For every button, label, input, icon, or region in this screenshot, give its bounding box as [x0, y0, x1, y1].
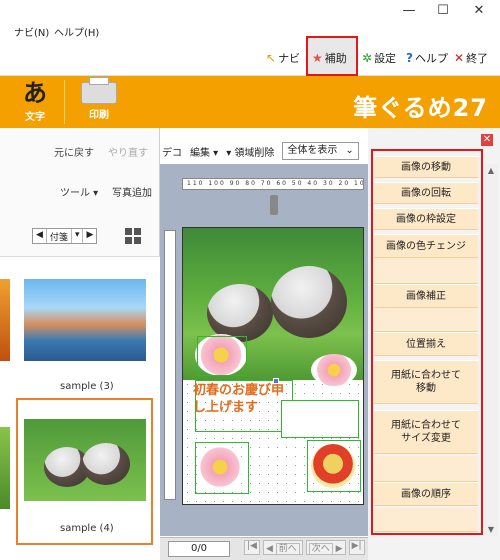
gear-icon: ✲ — [362, 51, 373, 65]
right-menu-highlight — [371, 149, 483, 535]
hojo-button[interactable]: ★ 補助 — [312, 50, 347, 66]
thumb-label-3: sample (3) — [60, 381, 114, 392]
close-x-icon: ✕ — [454, 51, 465, 65]
close-window-button[interactable]: ✕ — [468, 2, 490, 20]
menu-help[interactable]: ヘルプ(H) — [54, 24, 99, 39]
daruma-box — [307, 440, 361, 492]
left-panel: 元に戻す やり直す ツール ▾ 写真追加 ◀ 付箋 ▾ ▶ sample (3)… — [0, 128, 160, 560]
ruler-left — [164, 230, 176, 500]
cursor-arrow-icon: ↖ — [266, 51, 277, 65]
thumb-selection-frame — [16, 398, 153, 545]
thumb-partial-2[interactable] — [0, 427, 10, 509]
panel-close-icon[interactable]: ✕ — [481, 134, 493, 146]
hina-box — [195, 442, 249, 494]
print-label: 印刷 — [89, 110, 109, 121]
selection-handle[interactable] — [273, 378, 279, 384]
view-select-value: 全体を表示 — [287, 145, 338, 156]
ribbon-divider — [64, 80, 65, 124]
prev-label: 前へ — [275, 543, 300, 555]
print-tool-button[interactable]: 印刷 — [72, 77, 126, 126]
flower-decoration-2[interactable] — [311, 354, 357, 386]
deco-fragment[interactable]: デコ — [162, 144, 182, 159]
maximize-button[interactable]: ☐ — [432, 2, 454, 20]
help-label: ヘルプ — [414, 52, 448, 65]
postcard[interactable]: 初春のお慶び申し上げます — [182, 227, 364, 505]
navi-button[interactable]: ↖ ナビ — [266, 50, 300, 66]
duckling-right — [271, 266, 347, 338]
area-delete-button[interactable]: ▾ 領域削除 — [226, 144, 274, 159]
pager-dropdown-icon[interactable]: ▾ — [72, 229, 84, 243]
scroll-down-icon[interactable]: ▼ — [484, 525, 498, 534]
flower-box — [197, 336, 247, 376]
settings-button[interactable]: ✲ 設定 — [362, 50, 396, 66]
title-bar: — ☐ ✕ — [0, 0, 500, 22]
moji-tool-button[interactable]: あ 文字 — [8, 80, 62, 126]
hojo-label: 補助 — [324, 52, 347, 65]
thumb-venice[interactable] — [24, 279, 146, 361]
star-icon: ★ — [312, 51, 323, 65]
menu-navi[interactable]: ナビ(N) — [14, 24, 49, 39]
right-scrollbar[interactable]: ▲ ▼ — [484, 164, 498, 536]
tool-dropdown[interactable]: ツール ▾ — [60, 184, 98, 199]
moji-label: 文字 — [25, 112, 45, 123]
question-icon: ? — [406, 51, 413, 65]
message-box[interactable] — [281, 400, 359, 438]
first-page-icon[interactable]: |◀ — [244, 540, 260, 555]
edit-label: 編集 — [190, 147, 210, 159]
thumb-partial-1[interactable] — [0, 279, 10, 361]
scroll-up-icon[interactable]: ▲ — [484, 166, 498, 175]
pager-prev-icon[interactable]: ◀ — [33, 229, 47, 243]
moji-glyph-icon: あ — [23, 79, 47, 107]
pager: ◀ 付箋 ▾ ▶ — [32, 228, 98, 244]
page-counter: 0/0 — [168, 541, 230, 557]
exit-button[interactable]: ✕ 終了 — [454, 50, 488, 66]
help-button[interactable]: ? ヘルプ — [406, 50, 448, 66]
greeting-handwriting[interactable]: 初春のお慶び申し上げます — [193, 382, 285, 416]
pager-next-icon[interactable]: ▶ — [83, 229, 96, 243]
prev-page-button[interactable]: ◀ 前へ — [262, 540, 303, 555]
center-toolbar: デコ 編集 ▾ ▾ 領域削除 全体を表示 ⌄ — [160, 140, 370, 162]
tool-label: ツール — [60, 188, 90, 199]
navi-label: ナビ — [278, 52, 301, 65]
page-navigation: |◀ ◀ 前へ 次へ ▶ ▶| — [244, 540, 365, 555]
brand-logo: 筆ぐるめ27 — [353, 94, 488, 122]
printer-icon — [81, 77, 117, 104]
exit-label: 終了 — [466, 52, 489, 65]
last-page-icon[interactable]: ▶| — [348, 540, 365, 555]
settings-label: 設定 — [374, 52, 397, 65]
next-label: 次へ — [308, 543, 333, 555]
area-delete-label: 領域削除 — [234, 147, 275, 159]
pager-label[interactable]: 付箋 — [47, 229, 72, 243]
menu-bar: ナビ(N) ヘルプ(H) — [0, 22, 500, 42]
next-page-button[interactable]: 次へ ▶ — [305, 540, 346, 555]
grid-view-icon[interactable] — [125, 228, 141, 244]
add-photo-button[interactable]: 写真追加 — [112, 184, 152, 199]
ruler-top: 110 100 90 80 70 60 50 40 30 20 10 — [182, 178, 364, 190]
view-select[interactable]: 全体を表示 ⌄ — [282, 142, 359, 160]
ruler-slider[interactable] — [270, 195, 278, 215]
undo-button[interactable]: 元に戻す — [54, 144, 94, 159]
redo-button[interactable]: やり直す — [108, 144, 148, 159]
edit-dropdown[interactable]: 編集 ▾ — [190, 144, 218, 159]
minimize-button[interactable]: — — [398, 2, 420, 20]
